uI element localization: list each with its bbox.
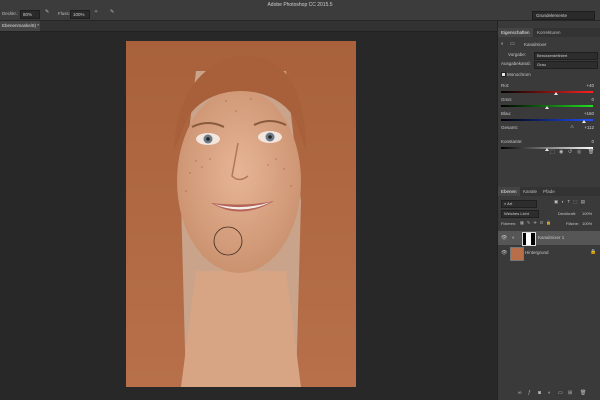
tab-layers[interactable]: Ebenen — [498, 187, 520, 196]
layers-footer: ∞ ƒ ◙ ◐ ▭ ⊞ 🗑 — [518, 390, 600, 398]
slider-value[interactable]: 0 — [582, 139, 594, 144]
link-icon[interactable]: ∞ — [518, 390, 522, 396]
slider-label: Blau: — [501, 111, 512, 116]
add-mask-icon[interactable]: ◙ — [538, 390, 541, 396]
tab-adjustments[interactable]: Korrekturen — [534, 28, 564, 37]
lock-icons[interactable]: ▦ ✎ ✛ ⊡ 🔒 — [520, 220, 552, 225]
new-layer-icon[interactable]: ⊞ — [568, 390, 572, 396]
output-channel-label: Ausgabekanal: — [501, 61, 531, 66]
layers-tab-bar: Ebenen Kanäle Pfade — [498, 187, 600, 196]
document-image[interactable] — [126, 41, 356, 387]
slider-value[interactable]: +160 — [582, 111, 594, 116]
options-bar: Adobe Photoshop CC 2015.5 ◎ Deckkr.: 80%… — [0, 0, 600, 21]
blend-mode-select[interactable]: Weiches Licht — [501, 210, 539, 218]
flow-field[interactable]: 100% — [70, 10, 90, 19]
slider-value[interactable]: +40 — [582, 83, 594, 88]
layer-row-channel-mixer[interactable]: 👁 ◐ Kanalmixer 1 — [498, 231, 600, 246]
monochrome-label: Monochrom — [507, 72, 531, 77]
tab-properties[interactable]: Eigenschaften — [498, 28, 533, 37]
slider-row-total: Gesamt: ⚠ +112 — [498, 124, 600, 139]
adjustment-layer-icon: ◐ — [501, 41, 505, 47]
monochrome-checkbox[interactable] — [501, 72, 506, 77]
flow-label: Fluss: — [58, 11, 71, 16]
slider-row-blue: Blau: +160 — [498, 111, 600, 125]
slider-thumb[interactable] — [545, 148, 549, 151]
layer-filter-select[interactable]: ⌕ Art — [501, 200, 537, 208]
slider-track[interactable] — [501, 91, 593, 93]
preset-label: Vorgabe: — [508, 52, 527, 57]
layer-opacity-value[interactable]: 100% — [582, 211, 592, 216]
preset-select[interactable]: Benutzerdefiniert — [534, 52, 598, 60]
slider-value: +112 — [584, 125, 594, 130]
slider-label: Rot: — [501, 83, 510, 88]
slider-thumb[interactable] — [545, 106, 549, 109]
visibility-icon[interactable]: ◎ — [577, 149, 581, 155]
slider-value[interactable]: 0 — [582, 97, 594, 102]
layer-filter-label: Art — [507, 201, 513, 206]
adjustment-layer-icon: ◐ — [512, 235, 516, 241]
slider-label: Grün: — [501, 97, 513, 102]
slider-track[interactable] — [501, 119, 593, 121]
tab-channels[interactable]: Kanäle — [520, 187, 540, 196]
document-tab[interactable]: Ebenenmaske/8) * — [0, 21, 40, 31]
layer-row-background[interactable]: 👁 Hintergrund 🔒 — [498, 246, 600, 261]
layer-opacity-label: Deckkraft: — [558, 211, 577, 216]
eye-icon[interactable]: 👁 — [501, 235, 507, 241]
trash-icon[interactable]: 🗑 — [588, 149, 594, 155]
new-adjustment-icon[interactable]: ◐ — [548, 390, 551, 396]
slider-thumb[interactable] — [581, 120, 586, 123]
slider-row-green: Grün: 0 — [498, 97, 600, 111]
slider-label: Gesamt: — [501, 125, 519, 130]
properties-header: Kanalmixer — [524, 42, 547, 47]
slider-row-red: Rot: +40 — [498, 83, 600, 97]
layer-thumbnail — [510, 247, 524, 261]
opacity-field[interactable]: 80% — [20, 10, 40, 19]
output-channel-select[interactable]: Grau — [534, 61, 598, 69]
eye-icon[interactable]: 👁 — [501, 250, 507, 256]
pressure-size-icon[interactable]: ✎ — [110, 9, 114, 15]
properties-footer: ⬚ ◉ ↺ ◎ 🗑 — [550, 149, 600, 157]
smoothing-icon[interactable]: ✧ — [94, 9, 98, 15]
lock-label: Fixieren: — [501, 221, 517, 226]
app-title: Adobe Photoshop CC 2015.5 — [267, 2, 333, 8]
portrait-photo — [126, 41, 356, 387]
fx-icon[interactable]: ƒ — [528, 390, 531, 396]
trash-icon[interactable]: 🗑 — [580, 390, 586, 396]
reset-icon[interactable]: ↺ — [568, 149, 572, 155]
mask-icon[interactable]: ▭ — [510, 41, 515, 47]
layer-name[interactable]: Hintergrund — [525, 250, 549, 255]
clip-to-layer-icon[interactable]: ⬚ — [550, 149, 555, 155]
view-previous-icon[interactable]: ◉ — [559, 149, 563, 155]
airbrush-icon[interactable]: ✎ — [45, 9, 49, 15]
workspace-select[interactable]: Grundelemente — [532, 11, 595, 20]
mask-white-area — [526, 233, 531, 245]
properties-tab-bar: Eigenschaften Korrekturen — [498, 28, 600, 37]
lock-icon: 🔒 — [590, 249, 597, 255]
fill-value[interactable]: 100% — [582, 221, 592, 226]
warning-icon: ⚠ — [570, 124, 575, 129]
layer-name[interactable]: Kanalmixer 1 — [538, 235, 564, 240]
slider-label: Konstante: — [501, 139, 523, 144]
slider-thumb[interactable] — [554, 92, 559, 95]
opacity-label: Deckkr.: — [2, 11, 19, 16]
right-panel: Eigenschaften Korrekturen ◐ ▭ Kanalmixer… — [497, 21, 600, 400]
document-tab-bar — [0, 21, 497, 32]
tab-paths[interactable]: Pfade — [540, 187, 558, 196]
new-group-icon[interactable]: ▭ — [558, 390, 563, 396]
fill-label: Fläche: — [566, 221, 580, 226]
layer-mask-thumbnail[interactable] — [522, 232, 536, 246]
layer-filter-icons[interactable]: ▣ ◐ T ⬚ ▤ — [554, 199, 586, 205]
